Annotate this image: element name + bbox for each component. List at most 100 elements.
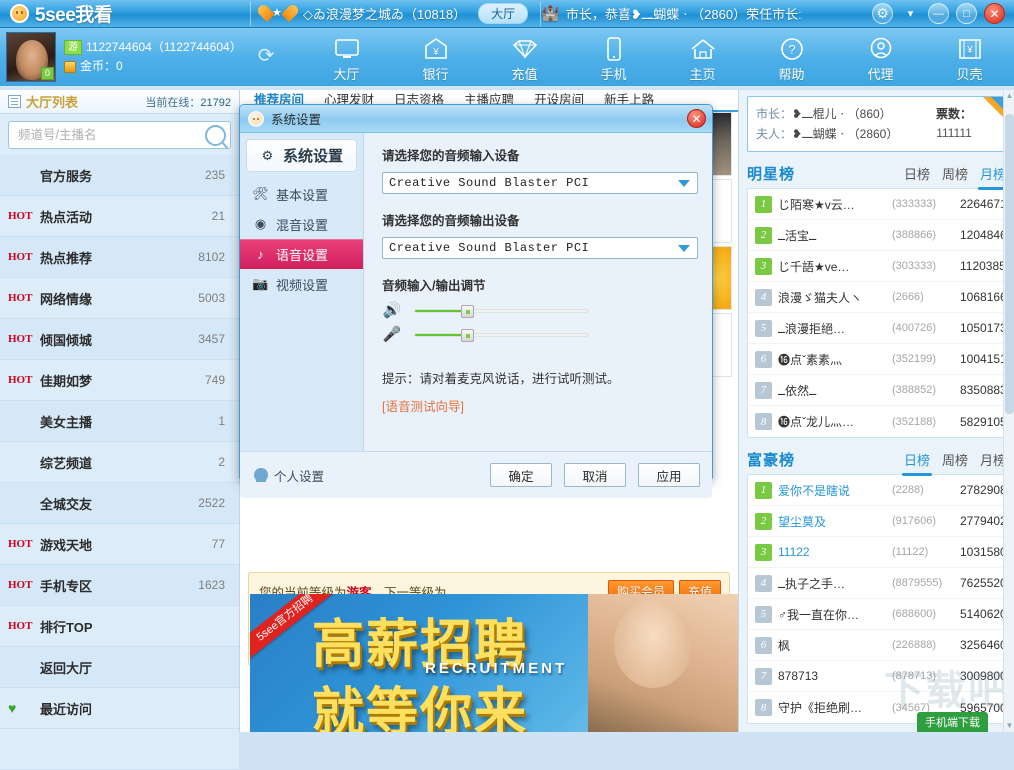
rank-id: (11122): [892, 546, 929, 558]
sidebar-item-mobile[interactable]: HOT 手机专区 1623: [0, 565, 239, 606]
sidebar-item-top[interactable]: HOT 排行TOP: [0, 606, 239, 647]
table-row[interactable]: 5 ♂我一直在你… (688600) 51406200: [748, 599, 1013, 630]
audio-input-device-select[interactable]: Creative Sound Blaster PCI: [382, 172, 698, 194]
table-row[interactable]: 8 ⓰点ˇ龙儿灬… (352188) 58291054: [748, 406, 1013, 437]
dialog-nav-voice-settings[interactable]: ♪ 语音设置: [240, 239, 363, 269]
channel-list: 官方服务 235 HOT 热点活动 21 HOT 热点推荐 8102 HOT 网络情缘 500…: [0, 155, 239, 770]
voice-test-wizard-link[interactable]: [语音测试向导]: [382, 396, 698, 415]
recruitment-banner[interactable]: 5see官方招聘 高薪招聘 RECRUITMENT 就等你来: [250, 594, 738, 732]
nav-item-bank[interactable]: ¥ 银行: [391, 31, 480, 87]
sidebar-item-recent[interactable]: ♥ 最近访问: [0, 688, 239, 729]
person-icon: [254, 468, 268, 482]
search-box[interactable]: [8, 121, 231, 149]
channel-name: 热点活动: [40, 209, 93, 225]
rank-name: 枫: [778, 638, 791, 653]
table-row[interactable]: 2望尘莫及(917606)277940200: [748, 506, 1014, 537]
sidebar-item-citywide[interactable]: 全城交友 2522: [0, 483, 239, 524]
table-row[interactable]: 4浪漫ゞ猫夫人ヽ(2666)106816614: [748, 282, 1014, 313]
sidebar-item-games[interactable]: HOT 游戏天地 77: [0, 524, 239, 565]
app-name: 5see我看: [35, 5, 113, 26]
rank-name: 878713: [778, 669, 819, 683]
nav-item-help[interactable]: ? 帮助: [747, 31, 836, 87]
avatar[interactable]: 0: [6, 32, 56, 82]
dialog-nav-mixer-settings[interactable]: ◉ 混音设置: [240, 209, 363, 239]
table-row[interactable]: 2ــ活宝ــ(388866)120484635: [748, 220, 1014, 251]
sidebar-item-jiaqi[interactable]: HOT 佳期如梦 749: [0, 360, 239, 401]
chevron-down-icon[interactable]: ▾: [900, 3, 921, 24]
nav-item-shell[interactable]: ¥ 贝壳: [925, 31, 1014, 87]
table-row[interactable]: 1じ陌寒★v云…(333333)226467105: [748, 189, 1014, 220]
sidebar-item-qingguo[interactable]: HOT 倾国倾城 3457: [0, 319, 239, 360]
search-input[interactable]: [18, 128, 205, 142]
scroll-up-arrow[interactable]: ▲: [1004, 90, 1014, 102]
gear-icon[interactable]: ⚙: [872, 3, 893, 24]
slider-knob[interactable]: [460, 304, 474, 318]
rich-tab-weekly[interactable]: 周榜: [942, 450, 968, 469]
speaker-volume-slider[interactable]: [414, 304, 588, 318]
dialog-nav-basic-settings[interactable]: 🛠 基本设置: [240, 179, 363, 209]
minimize-button[interactable]: —: [928, 3, 949, 24]
scroll-down-arrow[interactable]: ▼: [1004, 720, 1014, 732]
gear-icon: ⚙: [261, 147, 274, 163]
table-row[interactable]: 7 878713 (878713) 30098000: [748, 661, 1013, 692]
table-row[interactable]: 7 ــ依然ــ (388852) 83508835: [748, 375, 1013, 406]
scrollbar-thumb[interactable]: [1005, 114, 1014, 414]
cancel-button[interactable]: 取消: [564, 463, 626, 487]
table-row[interactable]: 4 ــ执子之手… (8879555) 76255200: [748, 568, 1013, 599]
chevron-down-icon[interactable]: [678, 244, 690, 252]
broadcast-marquee[interactable]: 🏰 市长，恭喜❥ـــ蝴蝶ㆍ（2860）荣任市长ː: [541, 4, 802, 23]
mobile-download-pill[interactable]: 手机端下载: [917, 712, 988, 732]
search-icon[interactable]: [205, 124, 226, 146]
table-row[interactable]: 6 枫 (226888) 32564600: [748, 630, 1013, 661]
sidebar-item-hotevents[interactable]: HOT 热点活动 21: [0, 196, 239, 237]
dialog-nav-video-settings[interactable]: 📷 视频设置: [240, 269, 363, 299]
sidebar-item-backhall[interactable]: 返回大厅: [0, 647, 239, 688]
window-controls: ⚙ ▾ — □ ✕: [872, 3, 1014, 24]
channel-count: 1623: [198, 578, 225, 592]
table-row[interactable]: 311122(11122)103158000: [748, 537, 1014, 568]
maximize-button[interactable]: □: [956, 3, 977, 24]
sidebar-item-hotrecommend[interactable]: HOT 热点推荐 8102: [0, 237, 239, 278]
rank-id: (333333): [892, 198, 937, 210]
table-row[interactable]: 3 じ千語★ve… (303333) 112038513: [748, 251, 1014, 282]
app-logo: 5see我看: [0, 0, 250, 27]
sidebar-item-official[interactable]: 官方服务 235: [0, 155, 239, 196]
star-tab-daily[interactable]: 日榜: [904, 164, 930, 183]
rank-id: (8879555): [892, 577, 943, 589]
sidebar-item-beauty[interactable]: 美女主播 1: [0, 401, 239, 442]
audio-output-device-select[interactable]: Creative Sound Blaster PCI: [382, 237, 698, 259]
rank-id: (400726): [892, 322, 937, 334]
refresh-icon[interactable]: ⟳: [258, 45, 282, 69]
nav-item-agent[interactable]: 代理: [836, 31, 925, 87]
chevron-down-icon[interactable]: [678, 179, 690, 187]
nav-item-home[interactable]: 主页: [658, 31, 747, 87]
online-count: 21792: [200, 96, 231, 109]
close-button[interactable]: ✕: [984, 3, 1005, 24]
music-note-icon: ♪: [257, 247, 264, 262]
slider-knob[interactable]: [460, 328, 474, 342]
table-row[interactable]: 1爱你不是瞎说(2288)278290800: [748, 475, 1014, 506]
rank-id: (917606): [892, 515, 937, 527]
hall-button[interactable]: 大厅: [478, 3, 529, 24]
close-icon[interactable]: ✕: [687, 109, 706, 128]
sidebar-item-variety[interactable]: 综艺频道 2: [0, 442, 239, 483]
rich-tab-daily[interactable]: 日榜: [901, 450, 932, 476]
channel-count: 3457: [198, 332, 225, 346]
rank-index: 2: [755, 512, 772, 530]
nav-item-recharge[interactable]: 充值: [480, 31, 569, 87]
dialog-nav-system-settings[interactable]: ⚙ 系统设置: [246, 139, 357, 172]
mayor-box[interactable]: 市长：❥ـــ棍儿ㆍ（860） 夫人：❥ـــ蝴蝶ㆍ（2860） 票数： 111…: [747, 96, 1006, 152]
nav-item-mobile[interactable]: 手机: [569, 31, 658, 87]
mic-volume-slider[interactable]: [414, 328, 588, 342]
sidebar-item-netlove[interactable]: HOT 网络情缘 5003: [0, 278, 239, 319]
dialog-title-bar[interactable]: 系统设置 ✕: [240, 105, 712, 133]
personal-settings-link[interactable]: 个人设置: [254, 466, 324, 485]
apply-button[interactable]: 应用: [638, 463, 700, 487]
right-scrollbar[interactable]: ▲ ▼: [1003, 90, 1014, 732]
channel-name: 综艺频道: [40, 455, 93, 471]
table-row[interactable]: 6⓰点ˇ素素灬(352199)100415107: [748, 344, 1014, 375]
nav-item-hall[interactable]: 大厅: [302, 31, 391, 87]
table-row[interactable]: 5ــ浪漫拒絕…(400726)105017319: [748, 313, 1014, 344]
ok-button[interactable]: 确定: [490, 463, 552, 487]
star-tab-weekly[interactable]: 周榜: [942, 164, 968, 183]
